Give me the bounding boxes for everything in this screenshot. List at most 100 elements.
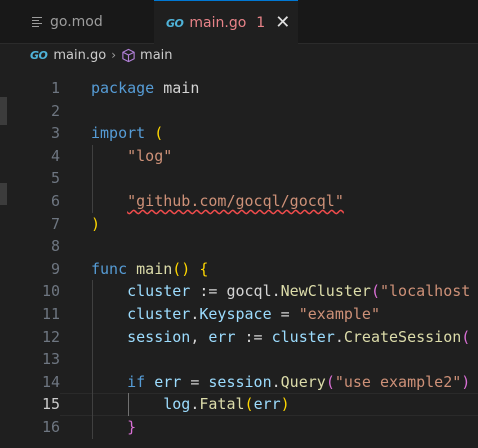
code-token: "github.com/gocql/gocql" — [127, 192, 344, 210]
code-text: "log" — [91, 145, 172, 168]
line-number: 1 — [50, 79, 60, 97]
code-text: cluster.Keyspace = "example" — [91, 303, 380, 326]
code-token: func — [91, 259, 128, 278]
indent-guide — [92, 280, 93, 439]
code-token: ( — [244, 395, 254, 414]
code-line[interactable]: 11 cluster.Keyspace = "example" — [0, 303, 478, 326]
code-token: () — [172, 259, 191, 278]
code-text: cluster := gocql.NewCluster("localhost — [91, 280, 470, 303]
line-number: 13 — [41, 350, 60, 369]
tab-main-go[interactable]: GO main.go 1 ✕ — [154, 0, 298, 45]
code-token: import — [91, 124, 146, 143]
code-line[interactable]: 8 — [0, 235, 478, 258]
code-line[interactable]: 5 — [0, 167, 478, 190]
code-line[interactable]: 6 "github.com/gocql/gocql" — [0, 190, 478, 213]
code-token: ( — [370, 282, 380, 301]
code-line[interactable]: 15 log.Fatal(err) — [0, 393, 478, 416]
code-token: cluster — [271, 327, 335, 346]
code-token: ( — [461, 327, 471, 346]
code-token: cluster — [127, 305, 191, 323]
cube-icon — [122, 48, 135, 62]
code-token: package — [91, 79, 155, 97]
code-token: ( — [325, 372, 335, 391]
code-text: import ( — [91, 122, 163, 145]
code-line[interactable]: 7) — [0, 213, 478, 236]
line-number: 11 — [41, 305, 60, 323]
tab-bar: go.mod GO main.go 1 ✕ — [0, 0, 478, 45]
line-number: 15 — [41, 395, 60, 414]
code-token: = — [181, 372, 209, 391]
code-token: Fatal — [199, 395, 245, 414]
line-number: 8 — [50, 237, 60, 256]
code-line[interactable]: 4 "log" — [0, 145, 478, 168]
code-token: session — [127, 327, 191, 346]
tab-go-mod[interactable]: go.mod — [14, 0, 152, 44]
code-line[interactable]: 10 cluster := gocql.NewCluster("localhos… — [0, 280, 478, 303]
code-token: . — [334, 327, 344, 346]
line-number: 6 — [50, 192, 60, 210]
breadcrumb-symbol[interactable]: main — [140, 48, 172, 63]
code-text: } — [91, 416, 136, 439]
code-token: ) — [91, 214, 101, 233]
code-line[interactable]: 16 } — [0, 416, 478, 439]
code-line[interactable]: 14 if err = session.Query("use example2"… — [0, 371, 478, 394]
code-token: = — [271, 305, 299, 323]
code-token: := gocql. — [190, 282, 281, 301]
code-token: if — [127, 372, 146, 391]
indent-guide — [92, 144, 93, 213]
code-token: session — [208, 372, 272, 391]
code-line[interactable]: 3 import ( — [0, 122, 478, 145]
code-token: "example" — [298, 305, 380, 323]
line-number: 16 — [41, 418, 60, 436]
code-token: . — [271, 372, 281, 391]
line-number: 5 — [50, 169, 60, 188]
code-token: { — [199, 259, 209, 278]
code-token: CreateSession — [343, 327, 462, 346]
breadcrumb-file[interactable]: main.go — [53, 48, 106, 63]
code-editor[interactable]: 1 package main 2 3 import (4 "log" 5 6 "github… — [0, 77, 478, 448]
line-number: 14 — [41, 372, 60, 391]
code-token: Query — [280, 372, 326, 391]
code-token: "localhost — [380, 282, 471, 301]
code-text: "github.com/gocql/gocql" — [91, 190, 344, 213]
code-token: := — [235, 327, 272, 346]
code-text: ) — [91, 213, 100, 236]
code-token: ( — [154, 124, 164, 143]
code-line[interactable]: 1 package main — [0, 77, 478, 100]
go-file-icon: GO — [166, 16, 184, 30]
code-token: err — [253, 395, 281, 414]
code-token: cluster — [127, 282, 191, 301]
code-line[interactable]: 9 func main() { — [0, 258, 478, 281]
line-number: 7 — [50, 214, 60, 233]
code-token: ) — [461, 372, 471, 391]
chevron-right-icon: › — [111, 48, 117, 62]
code-line[interactable]: 2 — [0, 100, 478, 123]
code-token: "use example2" — [334, 372, 462, 391]
code-token: "log" — [127, 146, 173, 165]
code-text: if err = session.Query("use example2") — [91, 371, 470, 394]
line-number: 10 — [41, 282, 60, 301]
code-text: session, err := cluster.CreateSession( — [91, 326, 470, 349]
tab-label: go.mod — [50, 14, 103, 30]
code-text: func main() { — [91, 258, 208, 281]
code-token: main — [136, 259, 173, 278]
code-token: Keyspace — [199, 305, 272, 323]
line-number: 4 — [50, 146, 60, 165]
code-line[interactable]: 13 — [0, 348, 478, 371]
breadcrumb: GO main.go › main — [0, 44, 478, 66]
code-token: ) — [280, 395, 290, 414]
go-file-icon: GO — [30, 48, 48, 62]
code-text: package main — [91, 77, 199, 100]
code-line[interactable]: 12 session, err := cluster.CreateSession… — [0, 326, 478, 349]
indent-guide — [128, 393, 129, 416]
close-icon[interactable]: ✕ — [275, 14, 290, 32]
line-number: 3 — [50, 124, 60, 143]
code-token: log — [163, 395, 191, 414]
